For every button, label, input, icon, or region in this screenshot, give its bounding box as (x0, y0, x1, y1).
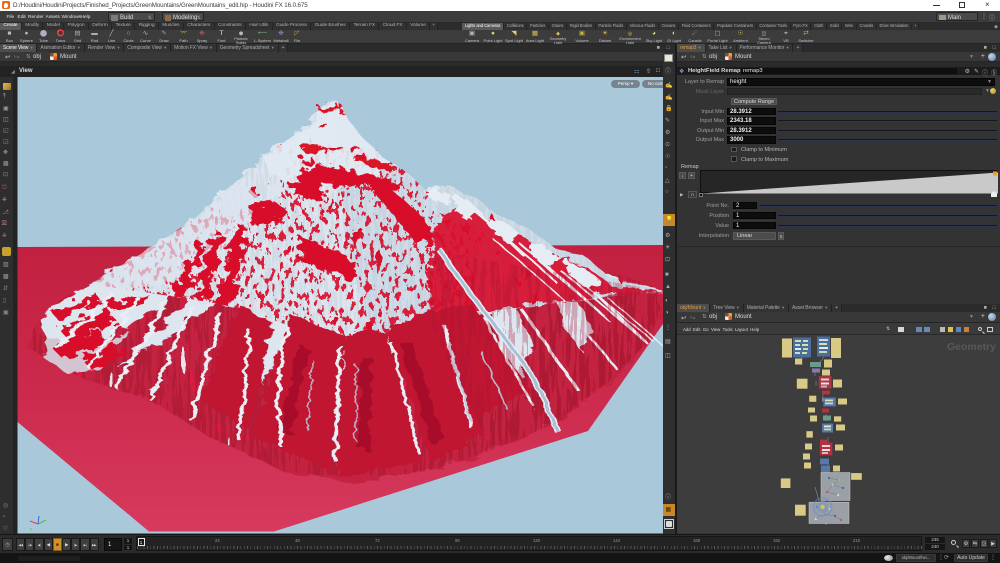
svg-text:y: y (30, 526, 32, 531)
